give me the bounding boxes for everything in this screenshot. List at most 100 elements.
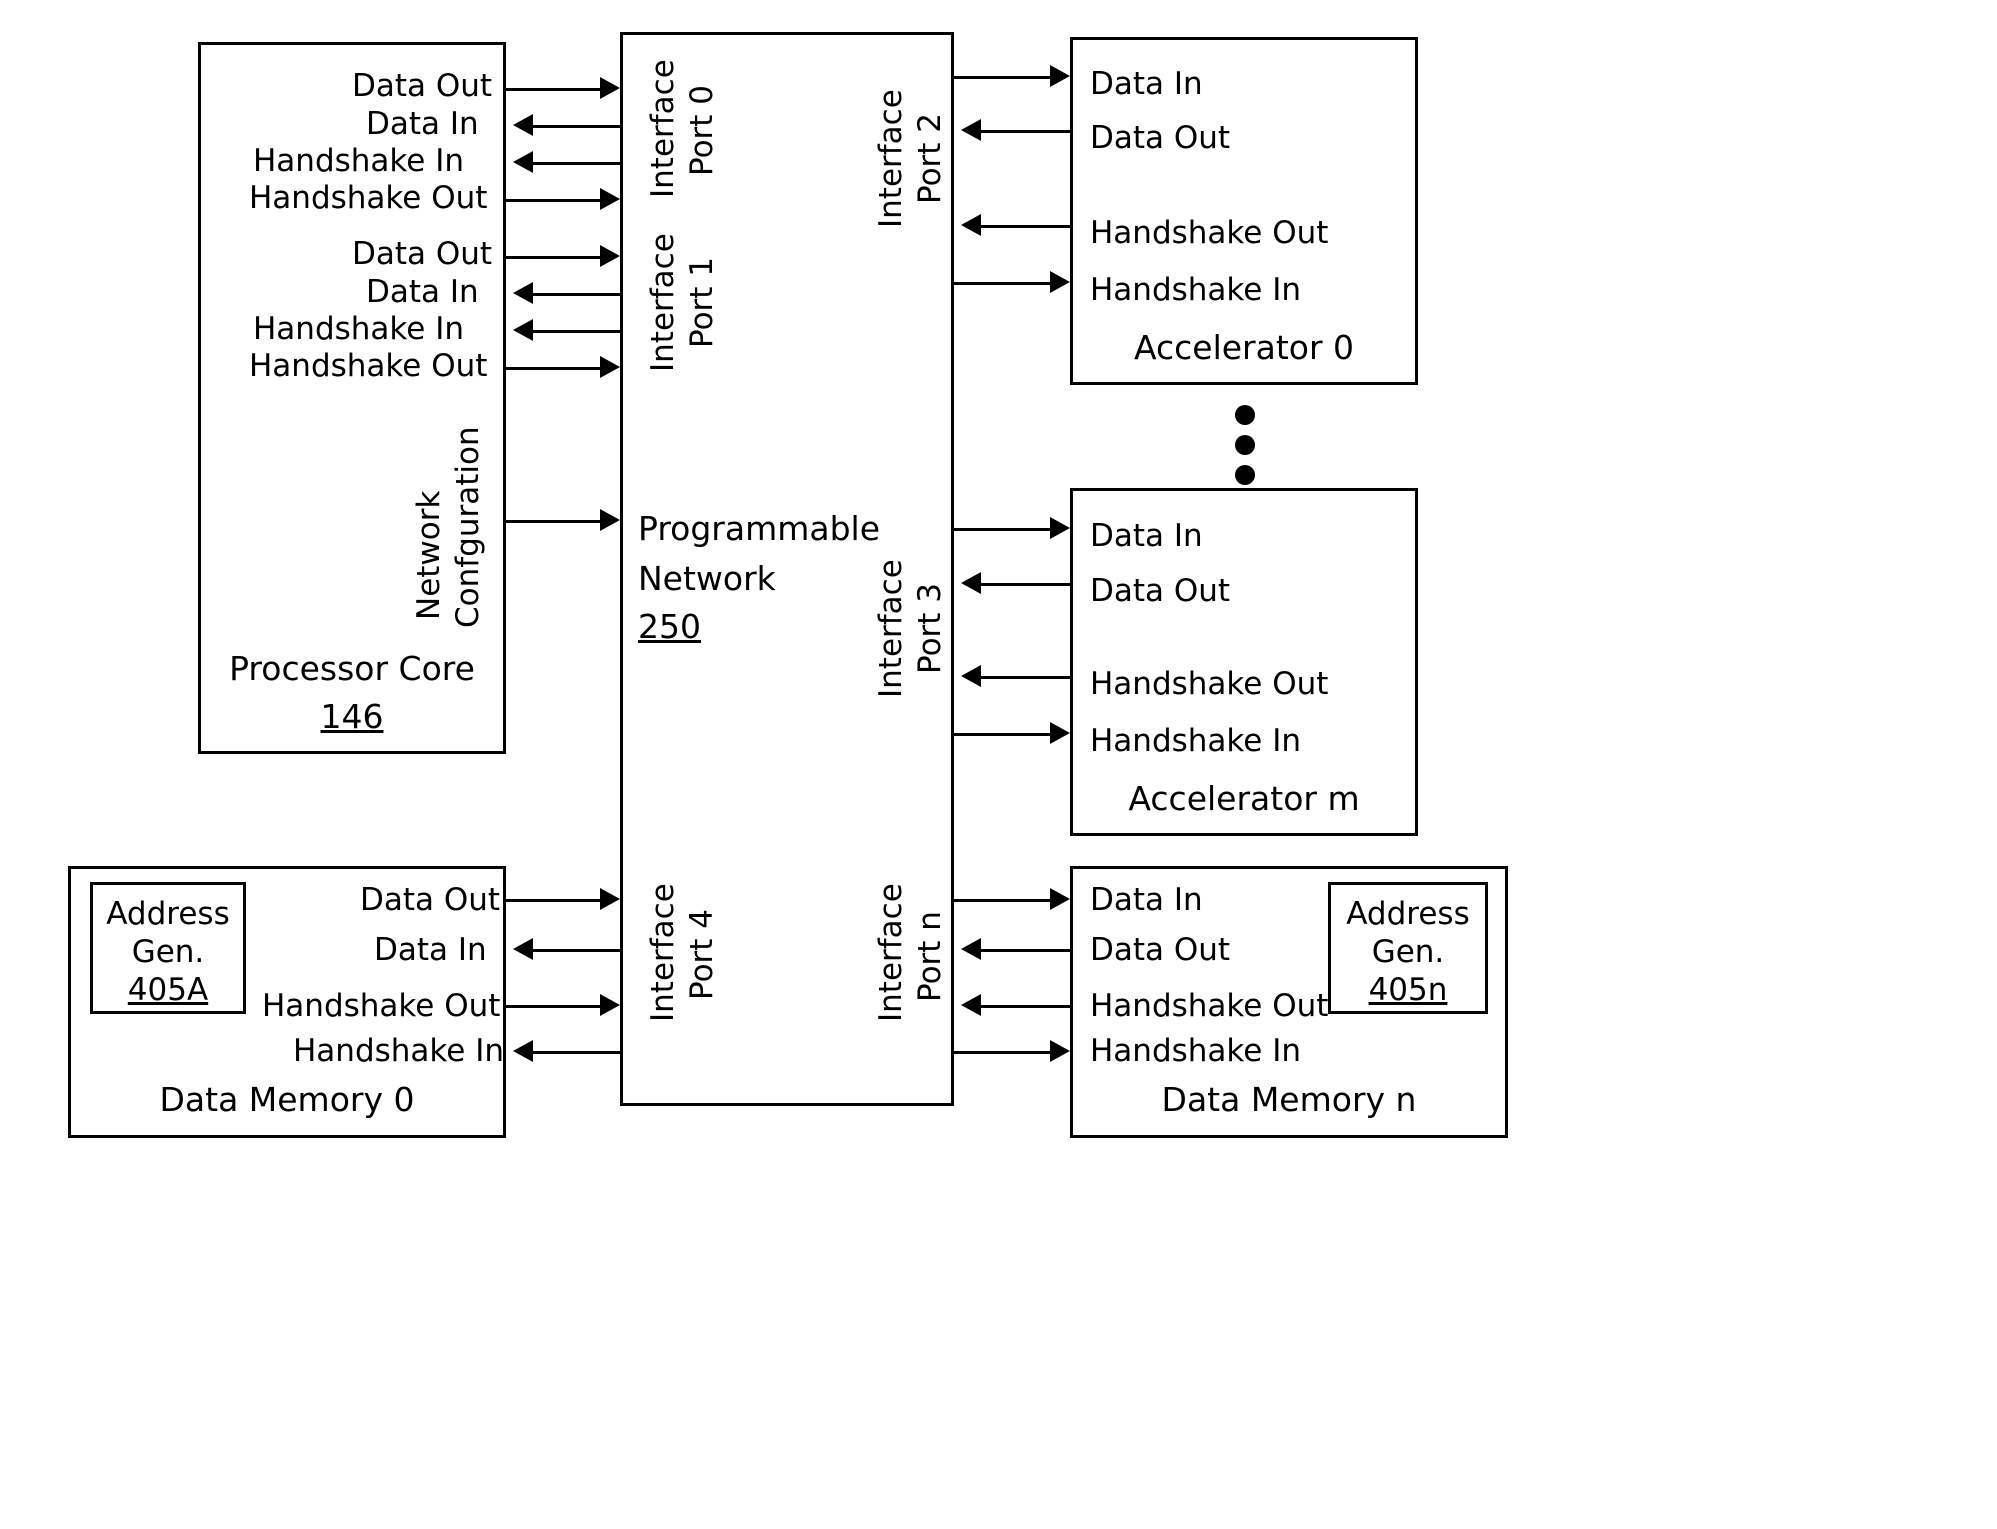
addr-gen-405n-ref: 405n bbox=[1368, 972, 1448, 1008]
acc0-signal-label: Data In bbox=[1090, 66, 1203, 102]
addr-gen-405a-line2: Gen. bbox=[131, 934, 205, 970]
portn-interface-label: Interface bbox=[873, 883, 909, 1022]
acc0-signal-label: Data Out bbox=[1090, 120, 1231, 156]
dmn-signal-label: Data In bbox=[1090, 882, 1203, 918]
accelerator-m-name: Accelerator m bbox=[1128, 779, 1360, 818]
dm0-signal-label: Handshake Out bbox=[262, 988, 501, 1024]
programmable-network-ref: 250 bbox=[638, 607, 701, 646]
signal-line bbox=[506, 256, 606, 259]
arrow-left bbox=[513, 282, 533, 304]
signal-line bbox=[968, 130, 1070, 133]
accm-signal-label: Data In bbox=[1090, 518, 1203, 554]
signal-line bbox=[506, 1005, 606, 1008]
dmn-signal-label: Handshake In bbox=[1090, 1033, 1301, 1069]
arrow-right bbox=[1050, 888, 1070, 910]
accelerator-0-name: Accelerator 0 bbox=[1133, 328, 1355, 367]
port1-port-label: Port 1 bbox=[684, 256, 720, 348]
signal-line bbox=[954, 1051, 1056, 1054]
port3-port-label: Port 3 bbox=[912, 582, 948, 674]
dmn-signal-label: Handshake Out bbox=[1090, 988, 1329, 1024]
programmable-network-line2: Network bbox=[638, 559, 776, 598]
port4-interface-label: Interface bbox=[645, 883, 681, 1022]
signal-line bbox=[520, 949, 620, 952]
accm-signal-label: Handshake Out bbox=[1090, 666, 1329, 702]
proc-signal-label: Handshake Out bbox=[249, 348, 488, 384]
processor-core-name: Processor Core bbox=[229, 649, 475, 688]
proc-signal-label: Data Out bbox=[352, 68, 493, 104]
signal-line bbox=[968, 583, 1070, 586]
arrow-left bbox=[961, 994, 981, 1016]
arrow-right bbox=[600, 994, 620, 1016]
arrow-left bbox=[961, 938, 981, 960]
signal-line bbox=[968, 949, 1070, 952]
signal-line bbox=[506, 88, 606, 91]
arrow-right bbox=[600, 509, 620, 531]
arrow-right bbox=[600, 77, 620, 99]
arrow-left bbox=[513, 1040, 533, 1062]
addr-gen-405a-line1: Address bbox=[106, 896, 230, 932]
signal-line bbox=[506, 520, 606, 523]
arrow-right bbox=[1050, 65, 1070, 87]
signal-line bbox=[954, 76, 1056, 79]
arrow-left bbox=[513, 319, 533, 341]
proc-signal-label: Handshake In bbox=[253, 311, 464, 347]
processor-core-ref: 146 bbox=[320, 697, 384, 736]
accm-signal-label: Data Out bbox=[1090, 573, 1231, 609]
arrow-left bbox=[961, 119, 981, 141]
addr-gen-405n-line1: Address bbox=[1346, 896, 1470, 932]
addr-gen-405a-ref: 405A bbox=[127, 972, 209, 1008]
signal-line bbox=[506, 367, 606, 370]
port1-interface-label: Interface bbox=[645, 233, 681, 372]
dm0-signal-label: Data In bbox=[374, 932, 487, 968]
signal-line bbox=[520, 162, 620, 165]
acc0-signal-label: Handshake In bbox=[1090, 272, 1301, 308]
signal-line bbox=[954, 282, 1056, 285]
network-configuration-label-line2: Confguration bbox=[450, 426, 486, 628]
signal-line bbox=[506, 899, 606, 902]
data-memory-0-name: Data Memory 0 bbox=[159, 1080, 415, 1119]
addr-gen-405n-line2: Gen. bbox=[1371, 934, 1445, 970]
signal-line bbox=[520, 330, 620, 333]
ellipsis-dot bbox=[1235, 405, 1255, 425]
dm0-signal-label: Handshake In bbox=[293, 1033, 504, 1069]
arrow-left bbox=[961, 572, 981, 594]
signal-line bbox=[506, 199, 606, 202]
signal-line bbox=[954, 528, 1056, 531]
signal-line bbox=[968, 676, 1070, 679]
port4-port-label: Port 4 bbox=[684, 908, 720, 1000]
ellipsis-dot bbox=[1235, 465, 1255, 485]
port2-interface-label: Interface bbox=[873, 89, 909, 228]
accm-signal-label: Handshake In bbox=[1090, 723, 1301, 759]
proc-signal-label: Data Out bbox=[352, 236, 493, 272]
arrow-left bbox=[513, 114, 533, 136]
arrow-left bbox=[513, 151, 533, 173]
signal-line bbox=[968, 1005, 1070, 1008]
network-configuration-label-line1: Network bbox=[411, 490, 447, 620]
proc-signal-label: Data In bbox=[366, 106, 479, 142]
arrow-left bbox=[961, 214, 981, 236]
arrow-right bbox=[600, 188, 620, 210]
proc-signal-label: Handshake Out bbox=[249, 180, 488, 216]
dm0-signal-label: Data Out bbox=[360, 882, 501, 918]
portn-port-label: Port n bbox=[912, 911, 948, 1002]
signal-line bbox=[520, 125, 620, 128]
figure-canvas: Data Out Data In Handshake In Handshake … bbox=[0, 0, 1997, 1529]
arrow-right bbox=[600, 245, 620, 267]
arrow-right bbox=[600, 888, 620, 910]
port0-port-label: Port 0 bbox=[684, 84, 720, 176]
ellipsis-dot bbox=[1235, 435, 1255, 455]
port0-interface-label: Interface bbox=[645, 59, 681, 198]
signal-line bbox=[954, 733, 1056, 736]
arrow-right bbox=[600, 356, 620, 378]
port3-interface-label: Interface bbox=[873, 559, 909, 698]
signal-line bbox=[968, 225, 1070, 228]
data-memory-n-name: Data Memory n bbox=[1161, 1080, 1417, 1119]
arrow-right bbox=[1050, 517, 1070, 539]
proc-signal-label: Handshake In bbox=[253, 143, 464, 179]
arrow-left bbox=[961, 665, 981, 687]
signal-line bbox=[520, 1051, 620, 1054]
acc0-signal-label: Handshake Out bbox=[1090, 215, 1329, 251]
arrow-right bbox=[1050, 1040, 1070, 1062]
dmn-signal-label: Data Out bbox=[1090, 932, 1231, 968]
arrow-right bbox=[1050, 722, 1070, 744]
